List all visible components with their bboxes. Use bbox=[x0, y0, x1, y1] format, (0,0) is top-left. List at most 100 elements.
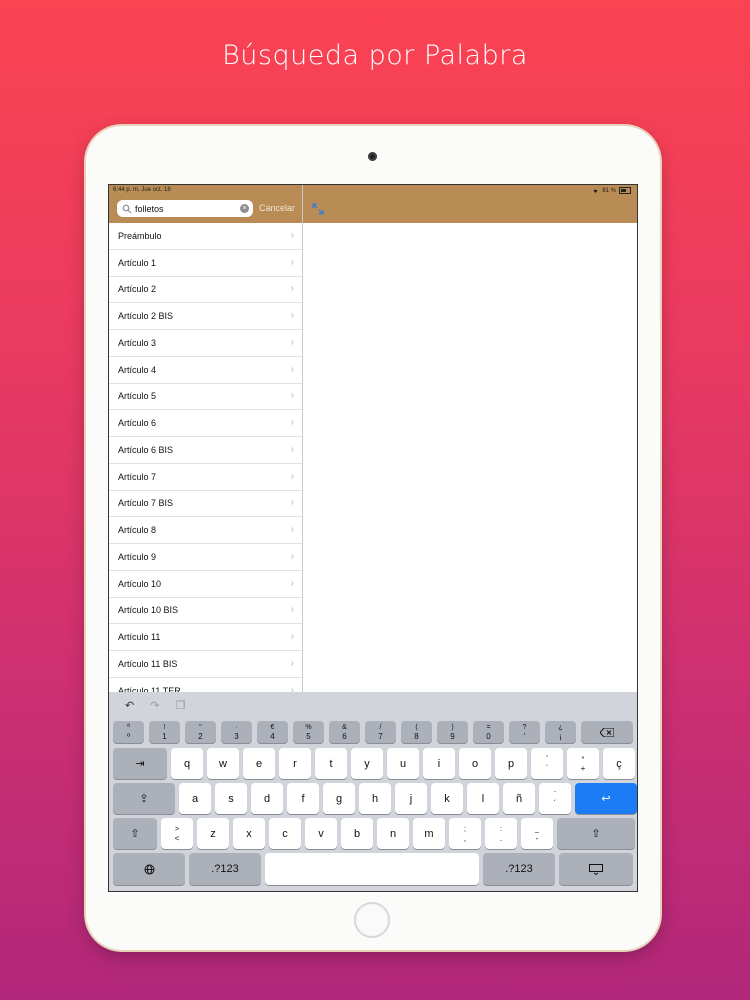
list-item[interactable]: Preámbulo › bbox=[109, 223, 302, 250]
numbers-left-key[interactable]: .?123 bbox=[189, 853, 261, 885]
key-4[interactable]: €4 bbox=[257, 721, 288, 743]
chevron-right-icon: › bbox=[290, 604, 294, 616]
key-3[interactable]: · 3 bbox=[221, 721, 252, 743]
chevron-right-icon: › bbox=[290, 417, 294, 429]
key-x[interactable]: x bbox=[233, 818, 265, 849]
redo-icon[interactable]: ↷ bbox=[150, 699, 159, 712]
key-c-cedilla[interactable]: ç bbox=[603, 748, 635, 779]
screen: 6:44 p. m. Jue oct. 18 81 % × Cancelar P… bbox=[108, 184, 638, 892]
key-g[interactable]: g bbox=[323, 783, 355, 814]
key-d[interactable]: d bbox=[251, 783, 283, 814]
chevron-right-icon: › bbox=[290, 310, 294, 322]
key-'[interactable]: ? ' bbox=[509, 721, 540, 743]
globe-key[interactable] bbox=[113, 853, 185, 885]
battery-icon bbox=[619, 187, 631, 194]
key-z[interactable]: z bbox=[197, 818, 229, 849]
key-b[interactable]: b bbox=[341, 818, 373, 849]
list-item[interactable]: Artículo 9 › bbox=[109, 544, 302, 571]
key-l[interactable]: l bbox=[467, 783, 499, 814]
key-punct[interactable]: :. bbox=[485, 818, 517, 849]
home-button[interactable] bbox=[354, 902, 390, 938]
list-item[interactable]: Artículo 10 › bbox=[109, 571, 302, 598]
search-field[interactable]: × bbox=[117, 200, 253, 217]
key-extra[interactable]: * + bbox=[567, 748, 599, 779]
key-6[interactable]: & 6 bbox=[329, 721, 360, 743]
search-input[interactable] bbox=[135, 203, 239, 214]
battery-percent: 81 % bbox=[602, 187, 616, 194]
navigation-bar: 6:44 p. m. Jue oct. 18 81 % × Cancelar bbox=[109, 185, 637, 223]
key-ñ[interactable]: ñ bbox=[503, 783, 535, 814]
return-key[interactable]: ↩ bbox=[575, 783, 637, 814]
key-a[interactable]: a bbox=[179, 783, 211, 814]
tab-key[interactable]: ⇥ bbox=[113, 748, 167, 779]
list-item[interactable]: Artículo 2 BIS › bbox=[109, 303, 302, 330]
list-item[interactable]: Artículo 10 BIS › bbox=[109, 598, 302, 625]
chevron-right-icon: › bbox=[290, 524, 294, 536]
key-v[interactable]: v bbox=[305, 818, 337, 849]
list-item-label: Artículo 4 bbox=[118, 364, 157, 375]
dismiss-keyboard-key[interactable] bbox=[559, 853, 633, 885]
key-f[interactable]: f bbox=[287, 783, 319, 814]
list-item[interactable]: Artículo 11 TER › bbox=[109, 678, 302, 692]
key-2[interactable]: " 2 bbox=[185, 721, 216, 743]
list-item[interactable]: Artículo 2 › bbox=[109, 277, 302, 304]
key-7[interactable]: /7 bbox=[365, 721, 396, 743]
shift-left-key[interactable]: ⇧ bbox=[113, 818, 157, 849]
key-i[interactable]: i bbox=[423, 748, 455, 779]
expand-icon[interactable] bbox=[312, 203, 324, 215]
key-p[interactable]: p bbox=[495, 748, 527, 779]
key-k[interactable]: k bbox=[431, 783, 463, 814]
key-h[interactable]: h bbox=[359, 783, 391, 814]
key-¡[interactable]: ¿ ¡ bbox=[545, 721, 576, 743]
key-j[interactable]: j bbox=[395, 783, 427, 814]
list-item[interactable]: Artículo 5 › bbox=[109, 384, 302, 411]
key-t[interactable]: t bbox=[315, 748, 347, 779]
key-punct[interactable]: _ - bbox=[521, 818, 553, 849]
key-o[interactable]: o bbox=[459, 748, 491, 779]
list-item-label: Artículo 6 BIS bbox=[118, 444, 174, 455]
key-c[interactable]: c bbox=[269, 818, 301, 849]
list-item[interactable]: Artículo 6 › bbox=[109, 410, 302, 437]
shift-right-key[interactable]: ⇧ bbox=[557, 818, 635, 849]
numbers-right-key[interactable]: .?123 bbox=[483, 853, 555, 885]
list-item[interactable]: Artículo 11 BIS › bbox=[109, 651, 302, 678]
list-item[interactable]: Artículo 8 › bbox=[109, 517, 302, 544]
key-u[interactable]: u bbox=[387, 748, 419, 779]
key-accent[interactable]: ¨ ´ bbox=[539, 783, 571, 814]
list-item[interactable]: Artículo 1 › bbox=[109, 250, 302, 277]
key-w[interactable]: w bbox=[207, 748, 239, 779]
paste-icon[interactable]: ❐ bbox=[175, 699, 185, 712]
list-item[interactable]: Artículo 3 › bbox=[109, 330, 302, 357]
key-e[interactable]: e bbox=[243, 748, 275, 779]
key-y[interactable]: y bbox=[351, 748, 383, 779]
key-m[interactable]: m bbox=[413, 818, 445, 849]
key-extra[interactable]: ˆ ` bbox=[531, 748, 563, 779]
cancel-button[interactable]: Cancelar bbox=[259, 203, 295, 213]
clear-icon[interactable]: × bbox=[240, 204, 249, 213]
key-1[interactable]: ! 1 bbox=[149, 721, 180, 743]
key-q[interactable]: q bbox=[171, 748, 203, 779]
keyboard: ↶ ↷ ❐ ª º! 1 " 2 · 3 €4% 5 & 6/7(8) 9 = 0? ' ¿ ¡ ⇥ q w e r t y u… bbox=[109, 692, 637, 891]
delete-key[interactable] bbox=[581, 721, 633, 743]
list-item-label: Artículo 11 BIS bbox=[118, 658, 178, 669]
key-s[interactable]: s bbox=[215, 783, 247, 814]
list-item[interactable]: Artículo 7 › bbox=[109, 464, 302, 491]
list-item[interactable]: Artículo 7 BIS › bbox=[109, 491, 302, 518]
key-0[interactable]: = 0 bbox=[473, 721, 504, 743]
key-r[interactable]: r bbox=[279, 748, 311, 779]
key-n[interactable]: n bbox=[377, 818, 409, 849]
key-punct[interactable]: ;, bbox=[449, 818, 481, 849]
list-item[interactable]: Artículo 4 › bbox=[109, 357, 302, 384]
list-item[interactable]: Artículo 11 › bbox=[109, 624, 302, 651]
article-list: Preámbulo › Artículo 1 › Artículo 2 › Artículo… bbox=[109, 223, 302, 692]
key-º[interactable]: ªº bbox=[113, 721, 144, 743]
undo-icon[interactable]: ↶ bbox=[125, 699, 134, 712]
key-8[interactable]: (8 bbox=[401, 721, 432, 743]
chevron-right-icon: › bbox=[290, 363, 294, 375]
caps-lock-key[interactable]: ⇪ bbox=[113, 783, 175, 814]
key-angle[interactable]: > < bbox=[161, 818, 193, 849]
key-9[interactable]: ) 9 bbox=[437, 721, 468, 743]
list-item[interactable]: Artículo 6 BIS › bbox=[109, 437, 302, 464]
space-key[interactable] bbox=[265, 853, 479, 885]
key-5[interactable]: % 5 bbox=[293, 721, 324, 743]
